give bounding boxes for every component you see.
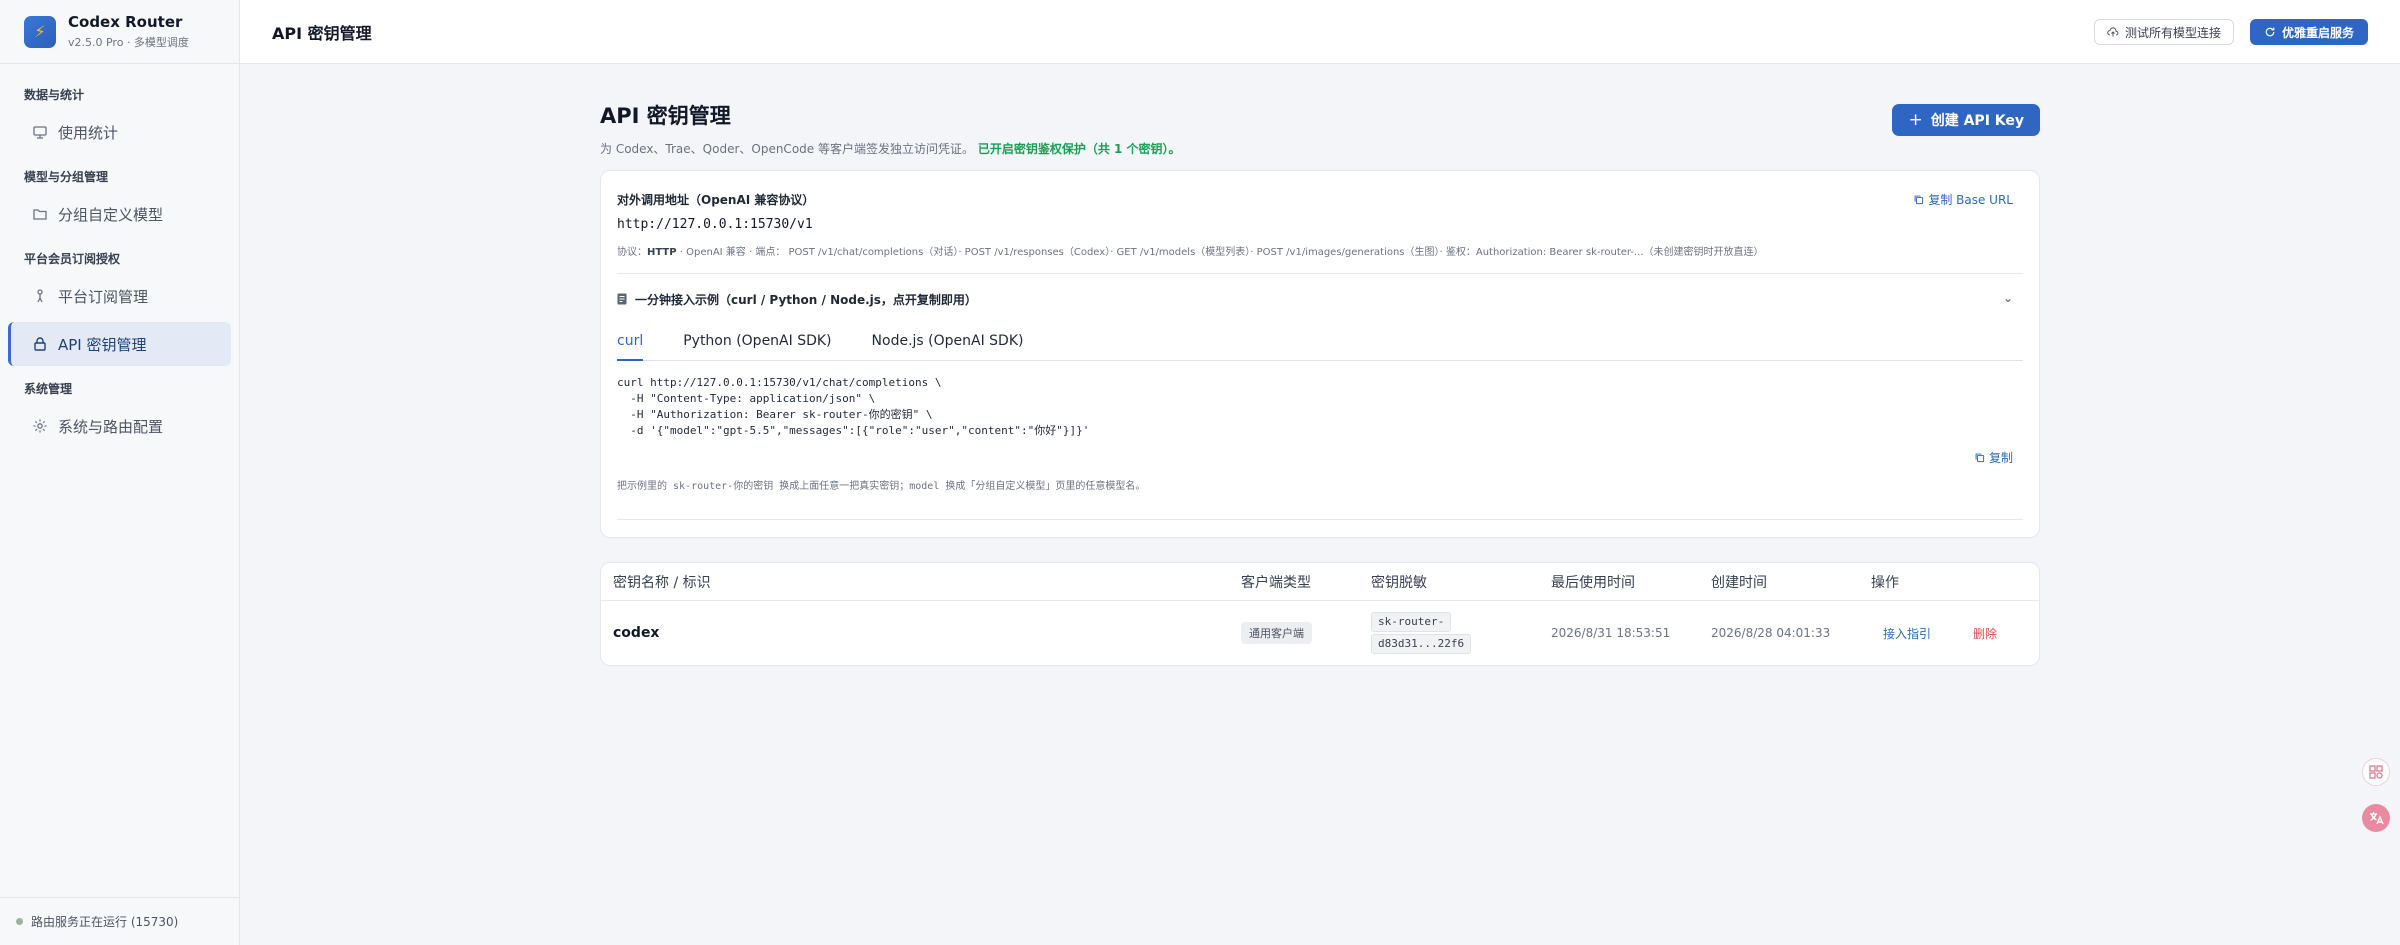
gear-icon — [33, 419, 47, 433]
cloud-upload-icon — [2107, 27, 2119, 37]
service-status: 路由服务正在运行 (15730) — [0, 897, 240, 945]
delete-key-button[interactable]: 删除 — [1973, 601, 1997, 665]
brand[interactable]: ⚡ Codex Router v2.5.0 Pro · 多模型调度 — [0, 0, 239, 64]
copy-icon — [1975, 453, 1985, 463]
sidebar-item-label: 平台订阅管理 — [58, 287, 149, 306]
sidebar-item-system-config[interactable]: 系统与路由配置 — [8, 404, 231, 448]
page-description-text: 为 Codex、Trae、Qoder、OpenCode 等客户端签发独立访问凭证… — [600, 142, 974, 156]
person-icon — [37, 289, 43, 303]
sidebar-item-label: 分组自定义模型 — [58, 205, 164, 224]
column-header-client: 客户端类型 — [1241, 574, 1311, 591]
code-tabs: curl Python (OpenAI SDK) Node.js (OpenAI… — [617, 331, 2023, 361]
test-connections-label: 测试所有模型连接 — [2124, 25, 2221, 40]
service-status-text: 路由服务正在运行 (15730) — [31, 915, 179, 929]
created-time: 2026/8/28 04:01:33 — [1711, 626, 1831, 640]
copy-icon — [1914, 195, 1924, 205]
topbar-title: API 密钥管理 — [272, 23, 372, 43]
document-icon — [617, 293, 627, 305]
quickstart-accordion[interactable]: 一分钟接入示例（curl / Python / Node.js，点开复制即用） … — [617, 289, 2013, 309]
sidebar-item-label: API 密钥管理 — [58, 335, 147, 354]
protocol-http: HTTP — [647, 247, 677, 258]
translate-icon[interactable] — [2362, 804, 2390, 832]
protocol-details: · OpenAI 兼容 · 端点： POST /v1/chat/completi… — [676, 247, 1764, 258]
nav-group-models: 模型与分组管理 — [24, 170, 109, 184]
apps-grid-icon[interactable] — [2362, 758, 2390, 786]
restart-service-button[interactable]: 优雅重启服务 — [2249, 19, 2368, 45]
copy-base-url-label: 复制 Base URL — [1928, 193, 2013, 207]
column-header-name: 密钥名称 / 标识 — [613, 574, 711, 591]
usage-hint: 把示例里的 sk-router-你的密钥 换成上面任意一把真实密钥；model … — [617, 481, 1146, 492]
topbar: API 密钥管理 测试所有模型连接 优雅重启服务 — [240, 0, 2400, 64]
tab-curl[interactable]: curl — [617, 331, 644, 361]
sidebar-item-custom-models[interactable]: 分组自定义模型 — [8, 192, 231, 236]
protocol-info: 协议：HTTP · OpenAI 兼容 · 端点： POST /v1/chat/… — [617, 243, 1764, 258]
sidebar: ⚡ Codex Router v2.5.0 Pro · 多模型调度 数据与统计 … — [0, 0, 240, 945]
lightning-icon: ⚡ — [24, 15, 56, 48]
lock-icon — [34, 337, 46, 351]
client-type-badge: 通用客户端 — [1241, 622, 1312, 644]
sidebar-nav: 数据与统计 使用统计 模型与分组管理 分组自定义模型 平台会员订阅授权 平台订阅… — [0, 64, 239, 448]
copy-code-label: 复制 — [1988, 451, 2013, 465]
topbar-actions: 测试所有模型连接 优雅重启服务 — [2093, 19, 2368, 45]
refresh-icon — [2265, 27, 2275, 37]
code-sample: curl http://127.0.0.1:15730/v1/chat/comp… — [617, 376, 1090, 437]
nav-group-subscription: 平台会员订阅授权 — [24, 252, 121, 266]
key-name: codex — [613, 625, 660, 641]
restart-service-label: 优雅重启服务 — [2281, 25, 2354, 40]
page-description: 为 Codex、Trae、Qoder、OpenCode 等客户端签发独立访问凭证… — [600, 140, 2040, 157]
sidebar-item-usage[interactable]: 使用统计 — [8, 110, 231, 154]
main-content: API 密钥管理 为 Codex、Trae、Qoder、OpenCode 等客户… — [600, 100, 2040, 666]
chevron-down-icon: ⌄ — [2002, 291, 2013, 305]
endpoint-card: 对外调用地址（OpenAI 兼容协议） 复制 Base URL http://1… — [600, 170, 2040, 538]
auth-status-text: 已开启密钥鉴权保护（共 1 个密钥）。 — [977, 142, 1181, 156]
create-api-key-label: 创建 API Key — [1930, 113, 2024, 129]
brand-name: Codex Router — [68, 13, 183, 31]
sidebar-item-api-keys[interactable]: API 密钥管理 — [8, 322, 231, 366]
key-mask-suffix: d83d31...22f6 — [1371, 634, 1472, 654]
copy-code-button[interactable]: 复制 — [1974, 449, 2013, 466]
base-url-text[interactable]: http://127.0.0.1:15730/v1 — [617, 217, 813, 232]
table-header: 密钥名称 / 标识 客户端类型 密钥脱敏 最后使用时间 创建时间 操作 — [601, 563, 2039, 601]
client-type-cell: 通用客户端 — [1241, 601, 1312, 665]
create-api-key-button[interactable]: + 创建 API Key — [1892, 104, 2040, 136]
tab-nodejs[interactable]: Node.js (OpenAI SDK) — [872, 331, 1024, 361]
brand-version: v2.5.0 Pro · 多模型调度 — [68, 36, 189, 49]
key-mask-cell: sk-router- d83d31...22f6 — [1371, 601, 1472, 665]
integration-guide-link[interactable]: 接入指引 — [1883, 601, 1931, 665]
key-mask-prefix: sk-router- — [1371, 612, 1452, 632]
nav-group-stats: 数据与统计 — [24, 88, 85, 102]
column-header-mask: 密钥脱敏 — [1371, 574, 1427, 591]
test-connections-button[interactable]: 测试所有模型连接 — [2093, 19, 2234, 45]
status-dot-icon — [16, 918, 23, 925]
sidebar-item-subscriptions[interactable]: 平台订阅管理 — [8, 274, 231, 318]
plus-icon: + — [1908, 110, 1923, 130]
column-header-created: 创建时间 — [1711, 574, 1767, 591]
page-title: API 密钥管理 — [600, 104, 731, 128]
endpoint-label: 对外调用地址（OpenAI 兼容协议） — [617, 193, 815, 207]
chart-icon — [33, 126, 47, 139]
last-used-time: 2026/8/31 18:53:51 — [1551, 626, 1671, 640]
protocol-prefix: 协议： — [617, 247, 647, 258]
table-row: codex 通用客户端 sk-router- d83d31...22f6 202… — [601, 601, 2039, 665]
page-header: API 密钥管理 为 Codex、Trae、Qoder、OpenCode 等客户… — [600, 100, 2040, 170]
column-header-last-used: 最后使用时间 — [1551, 574, 1635, 591]
sidebar-item-label: 系统与路由配置 — [58, 417, 164, 436]
tab-python[interactable]: Python (OpenAI SDK) — [683, 331, 831, 361]
copy-base-url-button[interactable]: 复制 Base URL — [1913, 191, 2013, 208]
nav-group-system: 系统管理 — [24, 382, 73, 396]
sidebar-item-label: 使用统计 — [58, 123, 119, 142]
quickstart-accordion-label: 一分钟接入示例（curl / Python / Node.js，点开复制即用） — [635, 292, 977, 307]
column-header-actions: 操作 — [1871, 574, 1899, 591]
divider — [617, 519, 2023, 520]
divider — [617, 273, 2023, 274]
api-keys-table: 密钥名称 / 标识 客户端类型 密钥脱敏 最后使用时间 创建时间 操作 code… — [600, 562, 2040, 666]
folder-icon — [33, 209, 47, 220]
